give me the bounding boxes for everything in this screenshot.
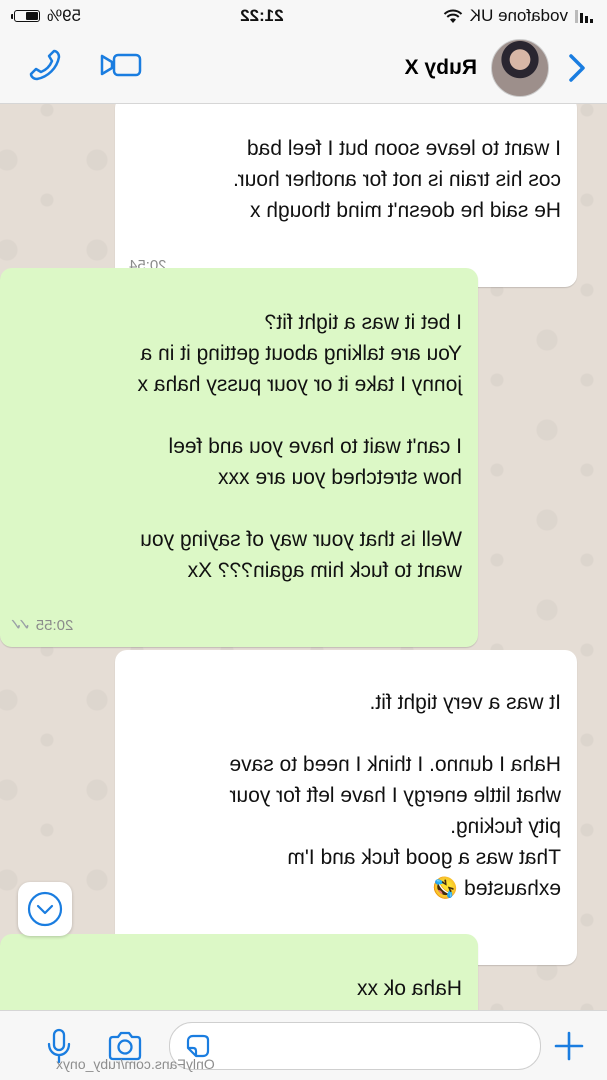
signal-icon	[575, 9, 593, 23]
message-text: I want to leave soon but I feel bad cos …	[232, 137, 561, 222]
message-text: It was a very tight fit. Haha I dunno. I…	[229, 691, 561, 900]
message-bubble-incoming[interactable]: I want to leave soon but I feel bad cos …	[115, 104, 577, 287]
message-time: 20:55 ✓✓	[14, 610, 73, 641]
message-bubble-outgoing[interactable]: I bet it was a tight fit? You are talkin…	[0, 268, 478, 647]
video-call-button[interactable]	[98, 52, 142, 83]
phone-icon	[29, 49, 61, 81]
message-bubble-outgoing[interactable]: Haha ok xx Look at these screen shots I …	[0, 934, 478, 1010]
contact-avatar[interactable]	[491, 38, 549, 97]
message-text: Haha ok xx Look at these screen shots I …	[147, 977, 462, 1010]
attach-button[interactable]	[547, 1024, 591, 1068]
message-text: I bet it was a tight fit? You are talkin…	[137, 311, 462, 582]
message-list[interactable]: I want to leave soon but I feel bad cos …	[0, 104, 607, 1010]
chevron-down-icon	[27, 891, 63, 927]
battery-icon	[14, 10, 40, 22]
back-button[interactable]	[557, 48, 597, 88]
video-call-icon	[100, 53, 142, 77]
plus-icon	[554, 1031, 584, 1060]
status-right: 59%	[14, 6, 81, 26]
status-left: vodafone UK	[443, 6, 593, 26]
chat-header: Ruby X	[0, 32, 607, 104]
battery-percent: 59%	[47, 6, 82, 25]
back-chevron-icon	[569, 53, 585, 82]
voice-call-button[interactable]	[28, 48, 62, 87]
message-input[interactable]	[169, 1021, 541, 1070]
wifi-icon	[443, 9, 462, 23]
carrier-label: vodafone UK	[469, 6, 568, 25]
contact-name[interactable]: Ruby X	[405, 56, 477, 80]
scroll-to-bottom-button[interactable]	[18, 882, 72, 936]
status-bar: vodafone UK 21:22 59%	[0, 0, 607, 32]
header-actions	[28, 48, 142, 87]
clock: 21:22	[240, 6, 284, 25]
message-bubble-incoming[interactable]: It was a very tight fit. Haha I dunno. I…	[115, 650, 577, 965]
watermark-text: OnlyFans.com/ruby_onyx	[56, 1056, 215, 1072]
mirrored-screen: vodafone UK 21:22 59% Ruby X I want to l…	[0, 0, 607, 1080]
read-ticks-icon: ✓✓	[14, 617, 31, 634]
